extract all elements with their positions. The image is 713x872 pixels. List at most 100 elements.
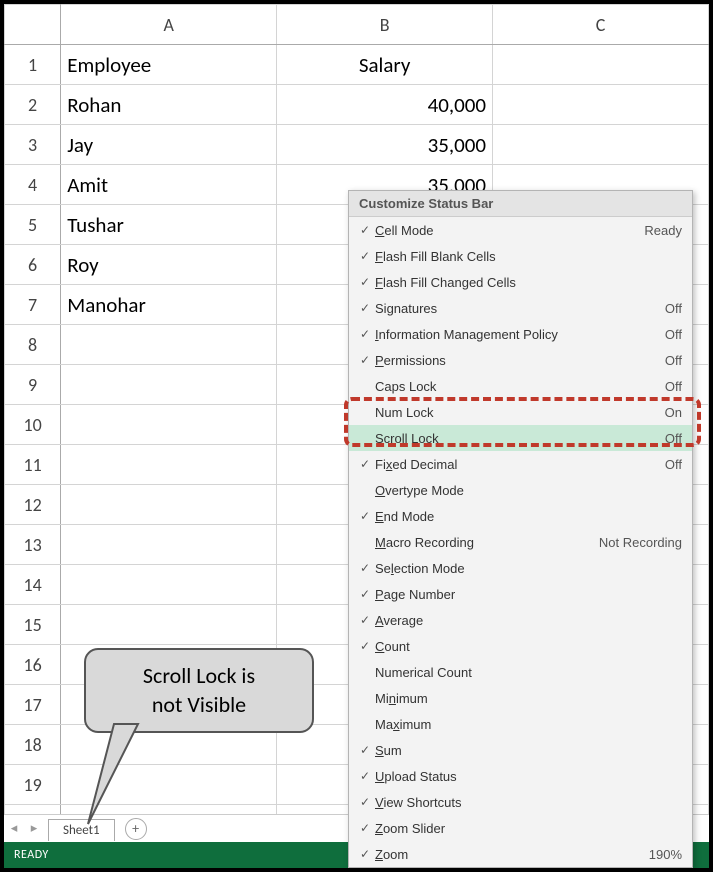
menu-item[interactable]: Maximum bbox=[349, 711, 692, 737]
menu-item[interactable]: ✓Page Number bbox=[349, 581, 692, 607]
menu-item[interactable]: Caps LockOff bbox=[349, 373, 692, 399]
menu-item[interactable]: ✓Selection Mode bbox=[349, 555, 692, 581]
row-header[interactable]: 10 bbox=[5, 405, 61, 445]
row-header[interactable]: 18 bbox=[5, 725, 61, 765]
menu-item[interactable]: ✓Zoom Slider bbox=[349, 815, 692, 841]
menu-item-label: Maximum bbox=[375, 717, 682, 732]
tab-prev-icon[interactable]: ◂ bbox=[4, 819, 24, 839]
menu-item-label: Sum bbox=[375, 743, 682, 758]
col-header-B[interactable]: B bbox=[277, 5, 493, 45]
check-icon: ✓ bbox=[355, 821, 375, 835]
menu-item[interactable]: Num LockOn bbox=[349, 399, 692, 425]
cell[interactable] bbox=[61, 605, 277, 645]
add-sheet-button[interactable]: + bbox=[125, 818, 147, 840]
row-header[interactable]: 1 bbox=[5, 45, 61, 85]
menu-item-label: Numerical Count bbox=[375, 665, 682, 680]
check-icon: ✓ bbox=[355, 769, 375, 783]
cell[interactable] bbox=[493, 85, 709, 125]
menu-item[interactable]: Macro RecordingNot Recording bbox=[349, 529, 692, 555]
cell[interactable] bbox=[61, 565, 277, 605]
check-icon: ✓ bbox=[355, 327, 375, 341]
sheet-tab[interactable]: Sheet1 bbox=[48, 819, 115, 841]
cell[interactable] bbox=[493, 45, 709, 85]
cell[interactable] bbox=[61, 325, 277, 365]
menu-item[interactable]: ✓PermissionsOff bbox=[349, 347, 692, 373]
row-header[interactable]: 5 bbox=[5, 205, 61, 245]
menu-item-label: View Shortcuts bbox=[375, 795, 682, 810]
cell[interactable]: 35,000 bbox=[277, 125, 493, 165]
check-icon: ✓ bbox=[355, 457, 375, 471]
cell[interactable]: Roy bbox=[61, 245, 277, 285]
col-header-A[interactable]: A bbox=[61, 5, 277, 45]
menu-item-label: Page Number bbox=[375, 587, 682, 602]
row-header[interactable]: 4 bbox=[5, 165, 61, 205]
cell[interactable] bbox=[61, 445, 277, 485]
menu-item-label: Upload Status bbox=[375, 769, 682, 784]
menu-item[interactable]: ✓View Shortcuts bbox=[349, 789, 692, 815]
menu-item[interactable]: Scroll LockOff bbox=[349, 425, 692, 451]
menu-item[interactable]: ✓End Mode bbox=[349, 503, 692, 529]
menu-item[interactable]: ✓Zoom190% bbox=[349, 841, 692, 867]
cell[interactable]: Salary bbox=[277, 45, 493, 85]
check-icon: ✓ bbox=[355, 223, 375, 237]
row-header[interactable]: 13 bbox=[5, 525, 61, 565]
check-icon: ✓ bbox=[355, 249, 375, 263]
cell[interactable] bbox=[61, 805, 277, 815]
menu-item[interactable]: ✓Flash Fill Blank Cells bbox=[349, 243, 692, 269]
cell[interactable] bbox=[61, 365, 277, 405]
cell[interactable] bbox=[493, 125, 709, 165]
menu-item-label: Permissions bbox=[375, 353, 665, 368]
cell[interactable]: Jay bbox=[61, 125, 277, 165]
check-icon: ✓ bbox=[355, 847, 375, 861]
row-header[interactable]: 8 bbox=[5, 325, 61, 365]
menu-item[interactable]: ✓Flash Fill Changed Cells bbox=[349, 269, 692, 295]
cell[interactable] bbox=[61, 685, 277, 725]
cell[interactable]: Employee bbox=[61, 45, 277, 85]
row-header[interactable]: 9 bbox=[5, 365, 61, 405]
menu-item[interactable]: ✓Information Management PolicyOff bbox=[349, 321, 692, 347]
tab-next-icon[interactable]: ▸ bbox=[24, 819, 44, 839]
cell[interactable] bbox=[61, 725, 277, 765]
cell[interactable]: Rohan bbox=[61, 85, 277, 125]
menu-item[interactable]: ✓SignaturesOff bbox=[349, 295, 692, 321]
menu-item-label: Caps Lock bbox=[375, 379, 665, 394]
cell[interactable] bbox=[61, 765, 277, 805]
cell[interactable] bbox=[61, 405, 277, 445]
menu-item[interactable]: ✓Upload Status bbox=[349, 763, 692, 789]
row-header[interactable]: 11 bbox=[5, 445, 61, 485]
menu-item[interactable]: ✓Count bbox=[349, 633, 692, 659]
menu-item[interactable]: Overtype Mode bbox=[349, 477, 692, 503]
menu-item-label: Information Management Policy bbox=[375, 327, 665, 342]
col-header-C[interactable]: C bbox=[493, 5, 709, 45]
row-header[interactable]: 15 bbox=[5, 605, 61, 645]
cell[interactable]: Amit bbox=[61, 165, 277, 205]
menu-item[interactable]: ✓Fixed DecimalOff bbox=[349, 451, 692, 477]
check-icon: ✓ bbox=[355, 561, 375, 575]
menu-item[interactable]: ✓Sum bbox=[349, 737, 692, 763]
cell[interactable]: 40,000 bbox=[277, 85, 493, 125]
row-header[interactable]: 3 bbox=[5, 125, 61, 165]
row-header[interactable]: 12 bbox=[5, 485, 61, 525]
menu-item-status: Off bbox=[665, 327, 682, 342]
menu-item-label: Fixed Decimal bbox=[375, 457, 665, 472]
row-header[interactable]: 14 bbox=[5, 565, 61, 605]
cell[interactable]: Tushar bbox=[61, 205, 277, 245]
row-header[interactable]: 2 bbox=[5, 85, 61, 125]
menu-item[interactable]: ✓Cell ModeReady bbox=[349, 217, 692, 243]
cell[interactable] bbox=[61, 485, 277, 525]
row-header[interactable]: 19 bbox=[5, 765, 61, 805]
menu-item-label: Flash Fill Blank Cells bbox=[375, 249, 682, 264]
cell[interactable]: Manohar bbox=[61, 285, 277, 325]
row-header[interactable]: 7 bbox=[5, 285, 61, 325]
menu-item[interactable]: ✓Average bbox=[349, 607, 692, 633]
row-header[interactable]: 6 bbox=[5, 245, 61, 285]
cell[interactable] bbox=[61, 645, 277, 685]
select-all-corner[interactable] bbox=[5, 5, 61, 45]
cell[interactable] bbox=[61, 525, 277, 565]
menu-item-label: Zoom bbox=[375, 847, 649, 862]
row-header[interactable]: 20 bbox=[5, 805, 61, 815]
menu-item[interactable]: Numerical Count bbox=[349, 659, 692, 685]
row-header[interactable]: 17 bbox=[5, 685, 61, 725]
row-header[interactable]: 16 bbox=[5, 645, 61, 685]
menu-item[interactable]: Minimum bbox=[349, 685, 692, 711]
